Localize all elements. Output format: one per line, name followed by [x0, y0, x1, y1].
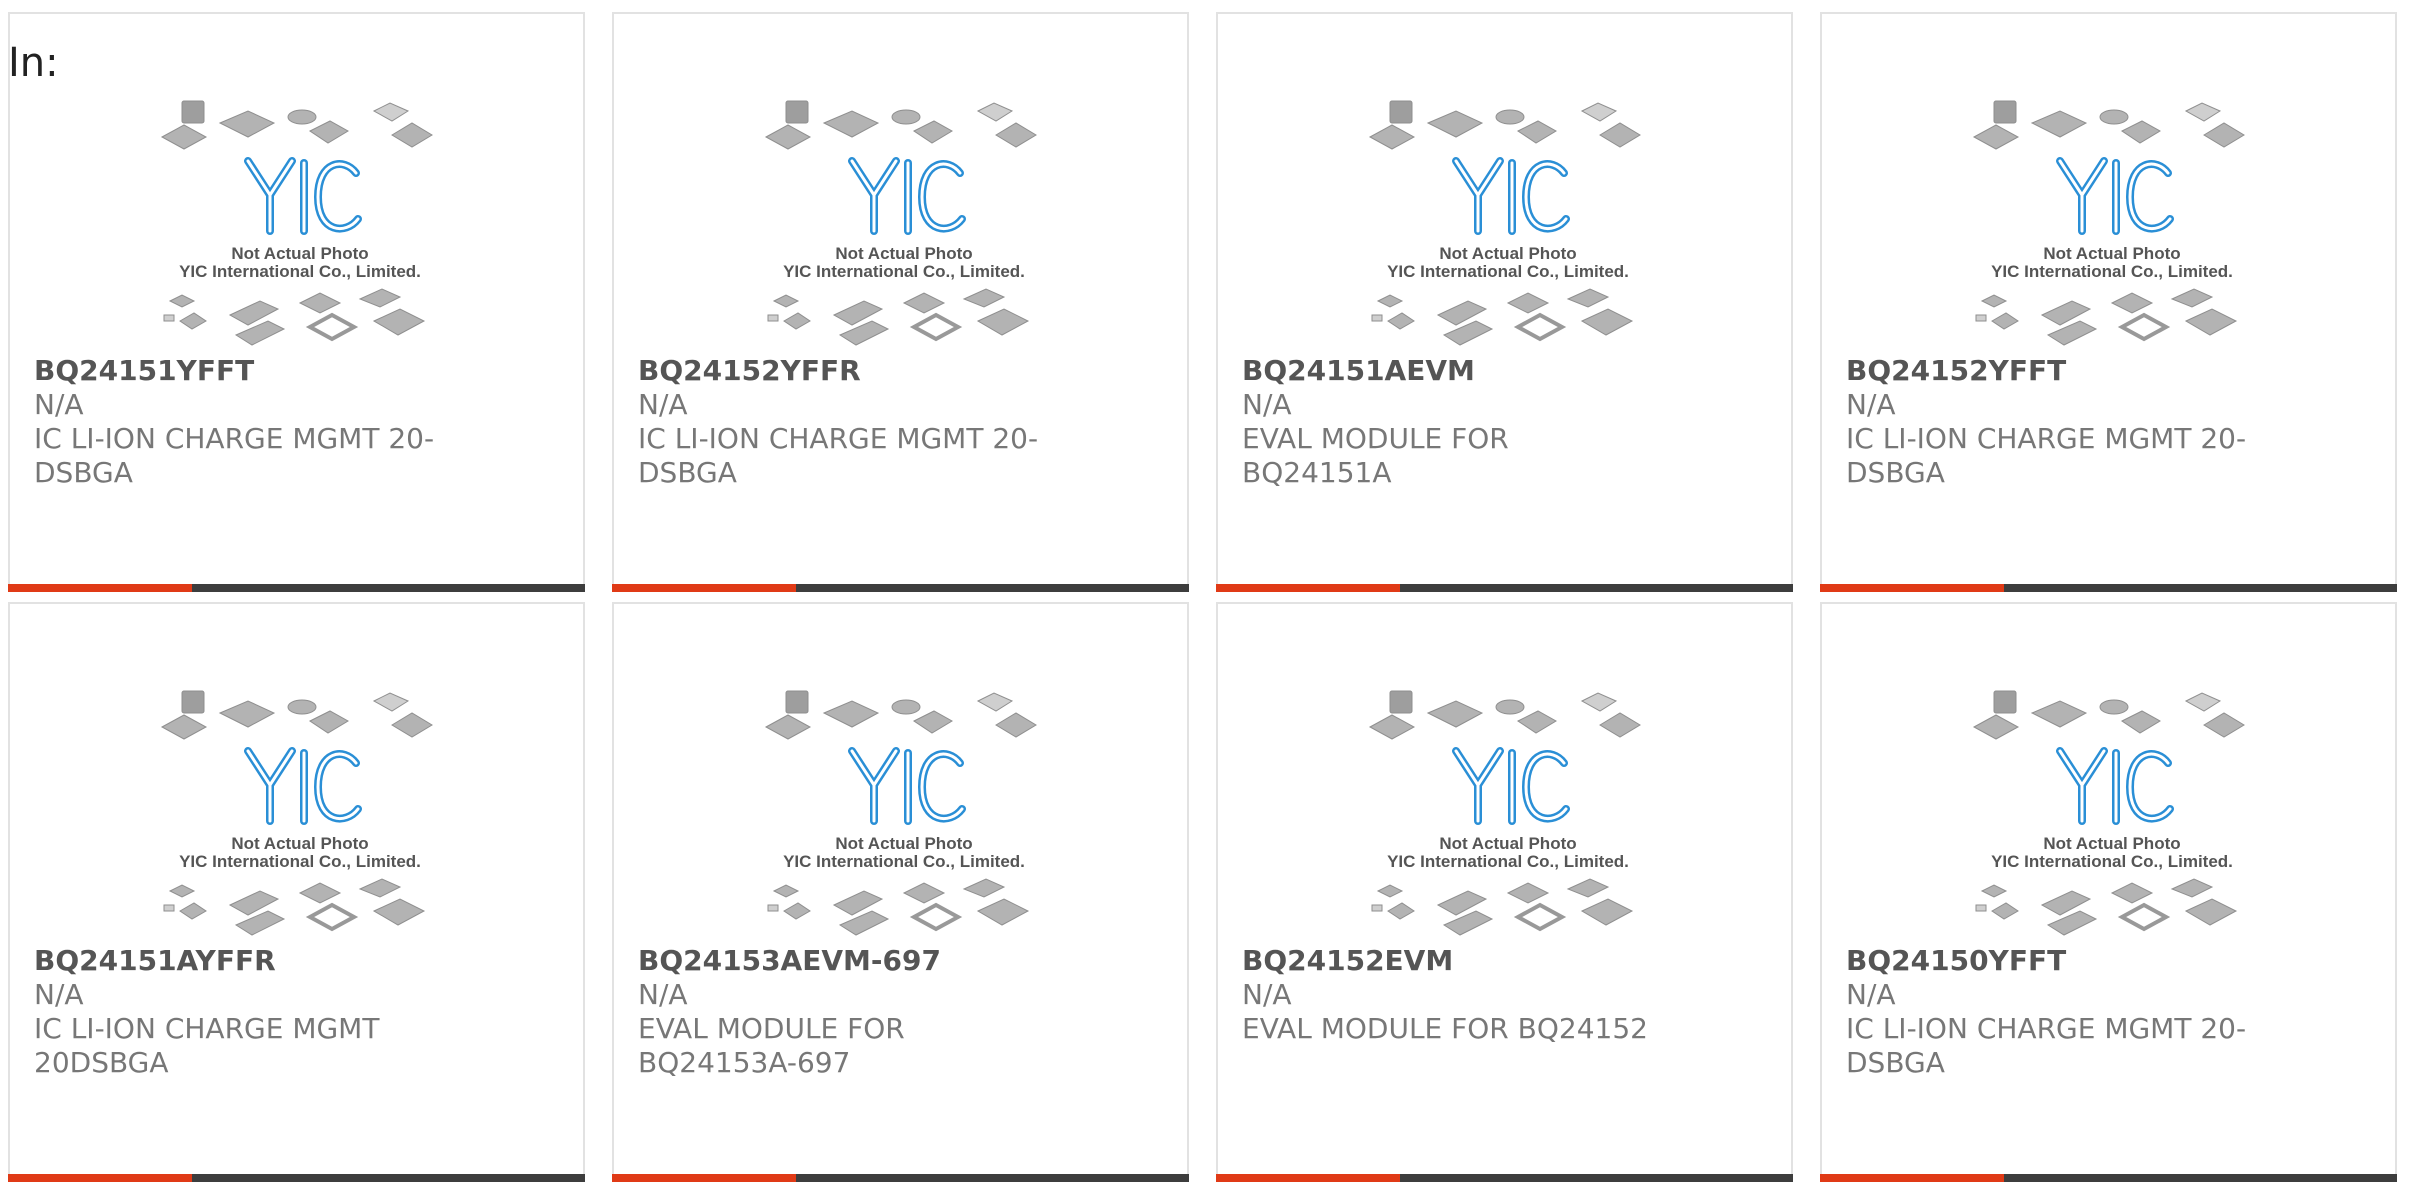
card-bottom-bar — [612, 584, 1189, 592]
photo-caption-line2: YIC International Co., Limited. — [179, 852, 421, 871]
photo-caption-line2: YIC International Co., Limited. — [1991, 852, 2233, 871]
card-bottom-bar — [8, 1174, 585, 1182]
photo-caption-line2: YIC International Co., Limited. — [1387, 852, 1629, 871]
part-number-link[interactable]: BQ24150YFFT — [1846, 944, 2066, 977]
product-card[interactable]: Not Actual Photo YIC International Co., … — [1820, 12, 2397, 592]
product-card[interactable]: Not Actual Photo YIC International Co., … — [1216, 602, 1793, 1182]
chip-packages-placeholder-icon[interactable]: Not Actual Photo YIC International Co., … — [160, 99, 440, 359]
chip-packages-placeholder-icon[interactable]: Not Actual Photo YIC International Co., … — [1972, 689, 2252, 949]
chip-packages-placeholder-icon[interactable]: Not Actual Photo YIC International Co., … — [1368, 99, 1648, 359]
photo-caption-line2: YIC International Co., Limited. — [1991, 262, 2233, 281]
product-description: IC LI-ION CHARGE MGMT 20DSBGA — [34, 1012, 380, 1079]
manufacturer-text: N/A — [638, 388, 688, 421]
product-description: EVAL MODULE FOR BQ24153A-697 — [638, 1012, 905, 1079]
card-bottom-bar — [8, 584, 585, 592]
part-number-link[interactable]: BQ24152YFFR — [638, 354, 861, 387]
manufacturer-text: N/A — [1846, 978, 1896, 1011]
product-description: IC LI-ION CHARGE MGMT 20-DSBGA — [1846, 1012, 2247, 1079]
manufacturer-text: N/A — [638, 978, 688, 1011]
manufacturer-text: N/A — [34, 388, 84, 421]
product-card[interactable]: Not Actual Photo YIC International Co., … — [612, 602, 1189, 1182]
card-accent-bar — [1820, 584, 2004, 592]
card-accent-bar — [1216, 584, 1400, 592]
product-card[interactable]: Not Actual Photo YIC International Co., … — [8, 12, 585, 592]
card-accent-bar — [8, 584, 192, 592]
filter-label: In: — [8, 40, 59, 86]
part-number-link[interactable]: BQ24151YFFT — [34, 354, 254, 387]
photo-caption-line1: Not Actual Photo — [231, 244, 368, 263]
card-accent-bar — [612, 1174, 796, 1182]
card-accent-bar — [1820, 1174, 2004, 1182]
manufacturer-text: N/A — [1242, 978, 1292, 1011]
part-number-link[interactable]: BQ24151AEVM — [1242, 354, 1475, 387]
product-description: IC LI-ION CHARGE MGMT 20-DSBGA — [34, 422, 435, 489]
card-bottom-bar — [1820, 1174, 2397, 1182]
card-bottom-bar — [1820, 584, 2397, 592]
part-number-link[interactable]: BQ24153AEVM-697 — [638, 944, 941, 977]
photo-caption-line1: Not Actual Photo — [1439, 834, 1576, 853]
chip-packages-placeholder-icon[interactable]: Not Actual Photo YIC International Co., … — [764, 689, 1044, 949]
manufacturer-text: N/A — [34, 978, 84, 1011]
part-number-link[interactable]: BQ24151AYFFR — [34, 944, 276, 977]
chip-packages-placeholder-icon[interactable]: Not Actual Photo YIC International Co., … — [1368, 689, 1648, 949]
card-accent-bar — [8, 1174, 192, 1182]
product-description: IC LI-ION CHARGE MGMT 20-DSBGA — [638, 422, 1039, 489]
photo-caption-line1: Not Actual Photo — [835, 834, 972, 853]
chip-packages-placeholder-icon[interactable]: Not Actual Photo YIC International Co., … — [1972, 99, 2252, 359]
product-card[interactable]: Not Actual Photo YIC International Co., … — [612, 12, 1189, 592]
photo-caption-line2: YIC International Co., Limited. — [1387, 262, 1629, 281]
photo-caption-line2: YIC International Co., Limited. — [783, 262, 1025, 281]
chip-packages-placeholder-icon[interactable]: Not Actual Photo YIC International Co., … — [160, 689, 440, 949]
product-card[interactable]: Not Actual Photo YIC International Co., … — [8, 602, 585, 1182]
product-description: EVAL MODULE FOR BQ24152 — [1242, 1012, 1648, 1045]
manufacturer-text: N/A — [1242, 388, 1292, 421]
card-bottom-bar — [1216, 1174, 1793, 1182]
photo-caption-line2: YIC International Co., Limited. — [179, 262, 421, 281]
photo-caption-line1: Not Actual Photo — [835, 244, 972, 263]
photo-caption-line1: Not Actual Photo — [2043, 244, 2180, 263]
part-number-link[interactable]: BQ24152EVM — [1242, 944, 1453, 977]
chip-packages-placeholder-icon[interactable]: Not Actual Photo YIC International Co., … — [764, 99, 1044, 359]
manufacturer-text: N/A — [1846, 388, 1896, 421]
part-number-link[interactable]: BQ24152YFFT — [1846, 354, 2066, 387]
product-card[interactable]: Not Actual Photo YIC International Co., … — [1820, 602, 2397, 1182]
photo-caption-line1: Not Actual Photo — [1439, 244, 1576, 263]
product-card[interactable]: Not Actual Photo YIC International Co., … — [1216, 12, 1793, 592]
card-accent-bar — [612, 584, 796, 592]
product-description: IC LI-ION CHARGE MGMT 20-DSBGA — [1846, 422, 2247, 489]
card-bottom-bar — [1216, 584, 1793, 592]
card-accent-bar — [1216, 1174, 1400, 1182]
photo-caption-line2: YIC International Co., Limited. — [783, 852, 1025, 871]
photo-caption-line1: Not Actual Photo — [2043, 834, 2180, 853]
card-bottom-bar — [612, 1174, 1189, 1182]
product-description: EVAL MODULE FOR BQ24151A — [1242, 422, 1509, 489]
photo-caption-line1: Not Actual Photo — [231, 834, 368, 853]
